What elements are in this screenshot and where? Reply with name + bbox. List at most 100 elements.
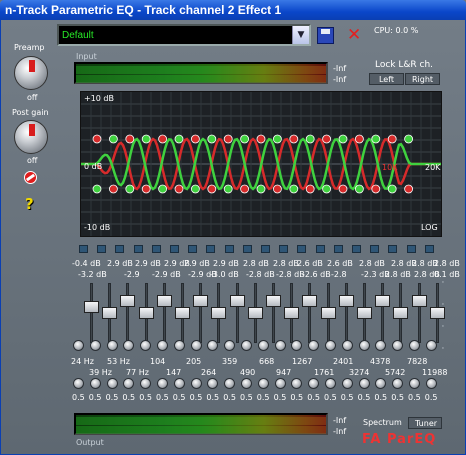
band-node-right[interactable] xyxy=(207,184,217,194)
frequency-knob[interactable] xyxy=(73,340,84,351)
band-slider[interactable] xyxy=(302,295,318,307)
band-enable-led[interactable] xyxy=(261,245,270,253)
q-knob[interactable] xyxy=(358,378,370,389)
q-knob[interactable] xyxy=(173,378,185,389)
band-slider[interactable] xyxy=(338,295,354,307)
band-node-left[interactable] xyxy=(158,184,167,194)
band-slider[interactable] xyxy=(375,295,391,307)
frequency-knob[interactable] xyxy=(106,340,118,351)
right-channel-button[interactable]: Right xyxy=(405,73,440,85)
q-knob[interactable] xyxy=(157,378,168,389)
band-enable-led[interactable] xyxy=(79,245,88,253)
band-enable-led[interactable] xyxy=(206,245,216,253)
band-node-right[interactable] xyxy=(289,134,299,144)
frequency-knob[interactable] xyxy=(173,340,185,351)
left-channel-button[interactable]: Left xyxy=(369,73,404,85)
spectrum-button[interactable]: Spectrum xyxy=(357,417,403,429)
band-enable-led[interactable] xyxy=(424,245,434,253)
band-enable-led[interactable] xyxy=(97,245,107,253)
band-slider[interactable] xyxy=(357,307,372,319)
band-node-left[interactable] xyxy=(191,184,200,194)
q-knob[interactable] xyxy=(73,378,84,389)
chevron-down-icon[interactable]: ▼ xyxy=(292,26,309,44)
band-node-left[interactable] xyxy=(305,134,315,144)
lock-channels-label[interactable]: Lock L&R ch. xyxy=(375,60,433,70)
band-node-right[interactable] xyxy=(305,184,315,194)
band-node-right[interactable] xyxy=(92,134,102,144)
preamp-knob[interactable] xyxy=(14,56,48,90)
band-enable-led[interactable] xyxy=(170,245,179,253)
band-enable-led[interactable] xyxy=(224,245,234,253)
q-knob[interactable] xyxy=(341,378,353,389)
frequency-knob[interactable] xyxy=(409,340,420,351)
frequency-knob[interactable] xyxy=(358,340,370,351)
band-node-left[interactable] xyxy=(141,134,151,144)
frequency-knob[interactable] xyxy=(341,340,353,351)
help-icon[interactable]: ? xyxy=(25,195,34,213)
band-enable-led[interactable] xyxy=(352,245,361,253)
band-slider[interactable] xyxy=(193,295,209,307)
band-node-left[interactable] xyxy=(92,184,102,194)
tuner-button[interactable]: Tuner xyxy=(408,417,442,429)
band-enable-led[interactable] xyxy=(279,245,289,253)
band-enable-led[interactable] xyxy=(297,245,307,253)
band-slider[interactable] xyxy=(229,295,245,307)
band-node-left[interactable] xyxy=(109,134,118,144)
band-slider[interactable] xyxy=(393,307,409,319)
band-node-left[interactable] xyxy=(125,184,135,194)
band-enable-led[interactable] xyxy=(315,245,325,253)
q-knob[interactable] xyxy=(241,378,252,389)
band-node-left[interactable] xyxy=(354,184,364,194)
q-knob[interactable] xyxy=(425,378,437,389)
q-knob[interactable] xyxy=(325,378,336,389)
q-knob[interactable] xyxy=(409,378,420,389)
frequency-knob[interactable] xyxy=(257,340,269,351)
q-knob[interactable] xyxy=(89,378,101,389)
band-slider[interactable] xyxy=(138,307,154,319)
band-slider[interactable] xyxy=(175,307,190,319)
band-node-right[interactable] xyxy=(240,184,250,194)
band-enable-led[interactable] xyxy=(133,245,143,253)
band-node-right[interactable] xyxy=(322,134,332,144)
band-node-right[interactable] xyxy=(256,134,266,144)
preset-dropdown[interactable]: Default ▼ xyxy=(57,24,311,46)
band-enable-led[interactable] xyxy=(242,245,252,253)
band-node-right[interactable] xyxy=(174,184,184,194)
band-node-right[interactable] xyxy=(338,184,348,194)
band-node-left[interactable] xyxy=(371,134,381,144)
band-enable-led[interactable] xyxy=(115,245,125,253)
band-node-right[interactable] xyxy=(387,134,397,144)
frequency-knob[interactable] xyxy=(325,340,336,351)
band-enable-led[interactable] xyxy=(151,245,161,253)
frequency-knob[interactable] xyxy=(241,340,252,351)
band-slider[interactable] xyxy=(411,295,427,307)
q-knob[interactable] xyxy=(257,378,269,389)
band-slider[interactable] xyxy=(284,307,300,319)
band-slider[interactable] xyxy=(211,307,227,319)
band-node-left[interactable] xyxy=(404,134,414,144)
band-enable-led[interactable] xyxy=(188,245,198,253)
band-slider[interactable] xyxy=(247,307,263,319)
frequency-knob[interactable] xyxy=(274,340,286,351)
band-slider[interactable] xyxy=(266,295,281,307)
band-enable-led[interactable] xyxy=(333,245,343,253)
bypass-icon[interactable] xyxy=(24,171,37,184)
band-enable-led[interactable] xyxy=(388,245,398,253)
band-slider[interactable] xyxy=(320,307,336,319)
band-slider[interactable] xyxy=(120,295,136,307)
band-node-right[interactable] xyxy=(404,184,414,194)
band-enable-led[interactable] xyxy=(370,245,380,253)
band-node-left[interactable] xyxy=(387,184,397,194)
eq-curve-graph[interactable]: +10 dB 0 dB -10 dB 10K 20K LOG xyxy=(80,91,442,237)
band-enable-led[interactable] xyxy=(406,245,416,253)
frequency-knob[interactable] xyxy=(425,340,437,351)
q-knob[interactable] xyxy=(106,378,118,389)
band-slider[interactable] xyxy=(84,301,99,313)
band-node-left[interactable] xyxy=(289,184,299,194)
band-node-right[interactable] xyxy=(191,134,200,144)
frequency-knob[interactable] xyxy=(157,340,168,351)
band-node-right[interactable] xyxy=(158,134,167,144)
band-node-left[interactable] xyxy=(256,184,266,194)
save-icon[interactable] xyxy=(317,27,334,44)
band-slider[interactable] xyxy=(156,295,172,307)
